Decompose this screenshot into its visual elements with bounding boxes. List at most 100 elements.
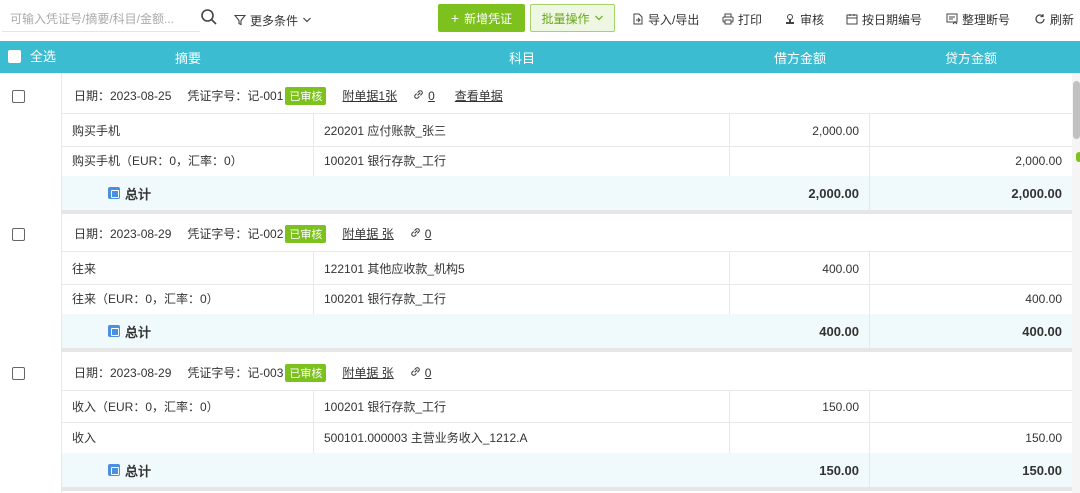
import-export-label: 导入/导出 — [648, 12, 700, 27]
review-button[interactable]: 审核 — [784, 10, 824, 28]
row-subject: 122101 其他应收款_机构5 — [314, 252, 730, 285]
total-label: 总计 — [125, 463, 152, 479]
reorder-numbers-button[interactable]: 整理断号 — [946, 10, 1010, 28]
table-row[interactable]: 购买手机（EUR：0，汇率：0） 100201 银行存款_工行 2,000.00 — [62, 144, 1072, 177]
total-label-cell: 总计 — [108, 453, 151, 487]
review-label: 审核 — [800, 12, 825, 27]
voucher-date: 日期：2023-08-29 — [74, 366, 172, 380]
select-all-checkbox[interactable] — [8, 50, 21, 63]
link-icon[interactable] — [410, 227, 421, 241]
total-credit: 150.00 — [1022, 462, 1062, 478]
row-debit: 2,000.00 — [730, 114, 870, 147]
voucher-total-row: 总计 150.00 150.00 — [62, 453, 1072, 491]
vertical-scrollbar[interactable] — [1072, 73, 1080, 493]
total-label-cell: 总计 — [108, 176, 151, 210]
table-row[interactable]: 往来 122101 其他应收款_机构5 400.00 — [62, 252, 1072, 285]
link-count[interactable]: 0 — [425, 227, 432, 241]
import-export-button[interactable]: 导入/导出 — [632, 10, 699, 28]
voucher-checkbox[interactable] — [12, 367, 25, 380]
toolbar: 更多条件 + 新增凭证 批量操作 导入/导出 打印 审核 按日期编号 整理断号 … — [0, 0, 1080, 41]
row-summary: 往来 — [62, 252, 314, 285]
link-count[interactable]: 0 — [428, 89, 435, 103]
search-input[interactable] — [2, 6, 200, 32]
table-row[interactable]: 购买手机 220201 应付账款_张三 2,000.00 — [62, 114, 1072, 147]
status-badge: 已审核 — [285, 363, 327, 382]
voucher-list: 日期：2023-08-25 凭证字号：记-001 已审核 附单据1张 0 查看单… — [0, 73, 1080, 493]
more-filters-label: 更多条件 — [250, 13, 299, 28]
table-header: 全选 摘要 科目 借方金额 贷方金额 — [0, 41, 1080, 73]
column-header-credit: 贷方金额 — [944, 50, 997, 66]
voucher-total-row: 总计 400.00 400.00 — [62, 314, 1072, 352]
status-badge: 已审核 — [285, 224, 327, 243]
attachment-link[interactable]: 附单据1张 — [342, 87, 397, 104]
voucher-header: 日期：2023-08-29 凭证字号：记-003 已审核 附单据 张 0 — [62, 355, 1072, 391]
reorder-numbers-label: 整理断号 — [962, 12, 1011, 27]
reorder-icon — [946, 13, 958, 25]
total-debit: 2,000.00 — [730, 176, 870, 210]
total-icon — [108, 464, 120, 476]
refresh-label: 刷新 — [1050, 12, 1075, 27]
voucher-header: 日期：2023-08-29 凭证字号：记-002 已审核 附单据 张 0 — [62, 216, 1072, 252]
link-count[interactable]: 0 — [425, 366, 432, 380]
number-by-date-button[interactable]: 按日期编号 — [846, 10, 922, 28]
view-documents-link[interactable]: 查看单据 — [455, 87, 503, 104]
voucher-number: 凭证字号：记-002 — [187, 227, 284, 241]
row-summary: 购买手机（EUR：0，汇率：0） — [62, 144, 314, 177]
side-indicator — [1076, 152, 1080, 162]
total-icon — [108, 187, 120, 199]
row-credit — [870, 114, 1072, 147]
row-summary: 收入（EUR：0，汇率：0） — [62, 390, 314, 423]
total-credit: 400.00 — [1022, 323, 1062, 339]
row-summary: 往来（EUR：0，汇率：0） — [62, 282, 314, 315]
import-export-icon — [633, 13, 643, 25]
chevron-down-icon — [303, 17, 311, 23]
row-subject: 100201 银行存款_工行 — [314, 390, 730, 423]
link-icon[interactable] — [410, 366, 421, 380]
column-header-debit: 借方金额 — [773, 50, 826, 66]
row-summary: 购买手机 — [62, 114, 314, 147]
row-subject: 100201 银行存款_工行 — [314, 144, 730, 177]
attachment-link[interactable]: 附单据 张 — [342, 364, 393, 381]
column-header-subject: 科目 — [508, 50, 535, 66]
filter-icon — [234, 14, 246, 26]
more-filters-dropdown[interactable]: 更多条件 — [234, 10, 312, 30]
voucher-checkbox[interactable] — [12, 90, 25, 103]
voucher-checkbox[interactable] — [12, 228, 25, 241]
refresh-icon — [1035, 14, 1045, 24]
status-badge: 已审核 — [285, 86, 327, 105]
row-credit: 150.00 — [1025, 430, 1062, 445]
table-row[interactable]: 收入（EUR：0，汇率：0） 100201 银行存款_工行 150.00 — [62, 390, 1072, 423]
total-icon — [108, 325, 120, 337]
row-debit — [730, 144, 870, 177]
row-credit: 2,000.00 — [1015, 153, 1062, 168]
row-credit — [870, 252, 1072, 285]
total-debit: 400.00 — [730, 314, 870, 348]
row-debit — [730, 421, 870, 454]
batch-operations-dropdown[interactable]: 批量操作 — [530, 4, 615, 32]
total-label-cell: 总计 — [108, 314, 151, 348]
row-credit: 400.00 — [1025, 291, 1062, 306]
row-subject: 220201 应付账款_张三 — [314, 114, 730, 147]
voucher-number: 凭证字号：记-003 — [187, 366, 284, 380]
total-debit: 150.00 — [730, 453, 870, 487]
row-debit — [730, 282, 870, 315]
printer-icon — [722, 13, 734, 25]
voucher-header: 日期：2023-08-25 凭证字号：记-001 已审核 附单据1张 0 查看单… — [62, 78, 1072, 114]
column-header-summary: 摘要 — [174, 50, 201, 66]
voucher-total-row: 总计 2,000.00 2,000.00 — [62, 176, 1072, 214]
row-debit: 400.00 — [730, 252, 870, 285]
refresh-button[interactable]: 刷新 — [1034, 10, 1074, 28]
total-credit: 2,000.00 — [1011, 185, 1062, 201]
table-row[interactable]: 往来（EUR：0，汇率：0） 100201 银行存款_工行 400.00 — [62, 282, 1072, 315]
row-checkbox-rail — [0, 73, 62, 493]
row-subject: 500101.000003 主营业务收入_1212.A — [314, 421, 730, 454]
search-icon[interactable] — [200, 8, 220, 30]
chevron-down-icon — [594, 15, 603, 21]
table-row[interactable]: 收入 500101.000003 主营业务收入_1212.A 150.00 — [62, 421, 1072, 454]
attachment-link[interactable]: 附单据 张 — [342, 225, 393, 242]
link-icon[interactable] — [413, 89, 424, 103]
scrollbar-thumb[interactable] — [1073, 81, 1080, 139]
row-credit — [870, 390, 1072, 423]
add-voucher-button[interactable]: + 新增凭证 — [438, 4, 525, 32]
print-button[interactable]: 打印 — [722, 10, 762, 28]
